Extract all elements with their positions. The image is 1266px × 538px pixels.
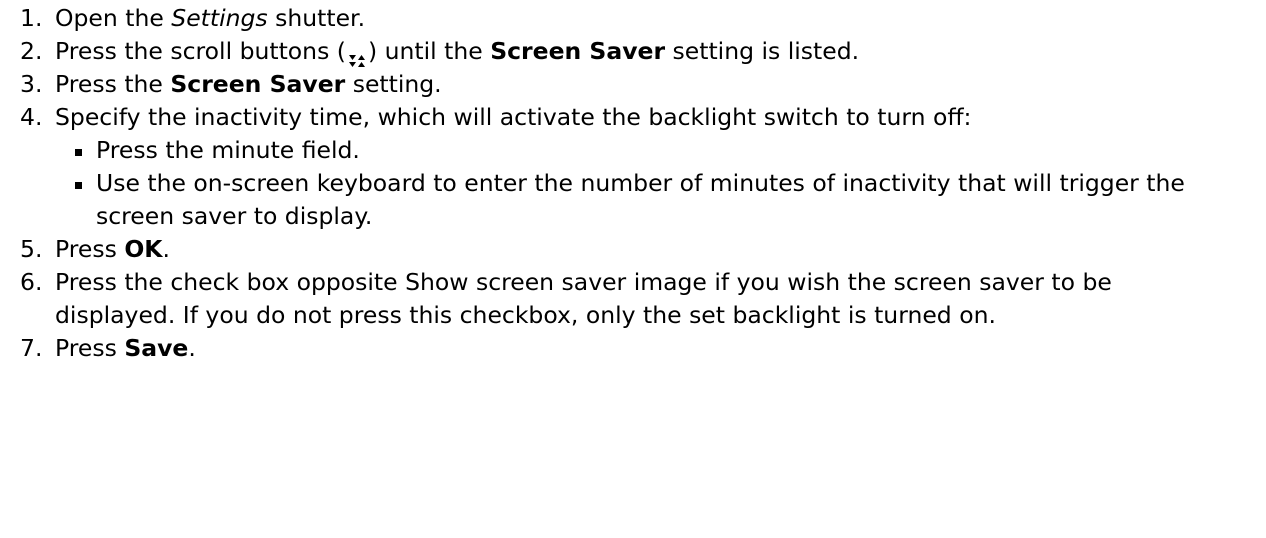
step-text: Press the scroll buttons ( bbox=[55, 37, 346, 65]
step-text: Press bbox=[55, 235, 125, 263]
step-6: 6. Press the check box opposite Show scre… bbox=[0, 266, 1266, 332]
scroll-buttons-icon bbox=[348, 44, 366, 67]
step-2: 2. Press the scroll buttons () until the … bbox=[0, 35, 1266, 68]
step-text: Open the bbox=[55, 4, 172, 32]
step-bold-term: Screen Saver bbox=[170, 70, 346, 98]
step-text: . bbox=[188, 334, 196, 362]
step-bold-term: Screen Saver bbox=[490, 37, 666, 65]
step-text: Press bbox=[55, 334, 125, 362]
bullet-square-icon bbox=[75, 182, 82, 189]
sub-step: Use the on-screen keyboard to enter the … bbox=[55, 167, 1226, 233]
step-number: 3. bbox=[20, 70, 43, 98]
step-bold-term: Save bbox=[124, 334, 189, 362]
step-italic-term: Settings bbox=[171, 4, 268, 32]
step-4: 4. Specify the inactivity time, which wil… bbox=[0, 101, 1266, 233]
sub-steps-list: Press the minute field. Use the on-scree… bbox=[55, 134, 1226, 233]
step-text: setting. bbox=[345, 70, 442, 98]
step-1: 1. Open the Settings shutter. bbox=[0, 2, 1266, 35]
document: 1. Open the Settings shutter. 2. Press the… bbox=[0, 0, 1266, 538]
step-text: Press the bbox=[55, 70, 171, 98]
steps-list: 1. Open the Settings shutter. 2. Press the… bbox=[0, 2, 1266, 365]
step-7: 7. Press Save. bbox=[0, 332, 1266, 365]
step-bold-term: OK bbox=[124, 235, 163, 263]
step-number: 7. bbox=[20, 334, 43, 362]
step-number: 4. bbox=[20, 103, 43, 131]
step-number: 5. bbox=[20, 235, 43, 263]
step-text: setting is listed. bbox=[665, 37, 860, 65]
step-number: 2. bbox=[20, 37, 43, 65]
sub-step-text: Press the minute field. bbox=[96, 136, 360, 164]
step-5: 5. Press OK. bbox=[0, 233, 1266, 266]
sub-step-text: Use the on-screen keyboard to enter the … bbox=[96, 169, 1185, 230]
step-text: . bbox=[162, 235, 170, 263]
step-3: 3. Press the Screen Saver setting. bbox=[0, 68, 1266, 101]
step-number: 6. bbox=[20, 268, 43, 296]
step-number: 1. bbox=[20, 4, 43, 32]
step-text: shutter. bbox=[267, 4, 366, 32]
step-text: Specify the inactivity time, which will … bbox=[55, 103, 972, 131]
sub-step: Press the minute field. bbox=[55, 134, 1226, 167]
step-text: Press the check box opposite Show screen… bbox=[55, 268, 1112, 329]
bullet-square-icon bbox=[75, 149, 82, 156]
step-text: ) until the bbox=[367, 37, 491, 65]
